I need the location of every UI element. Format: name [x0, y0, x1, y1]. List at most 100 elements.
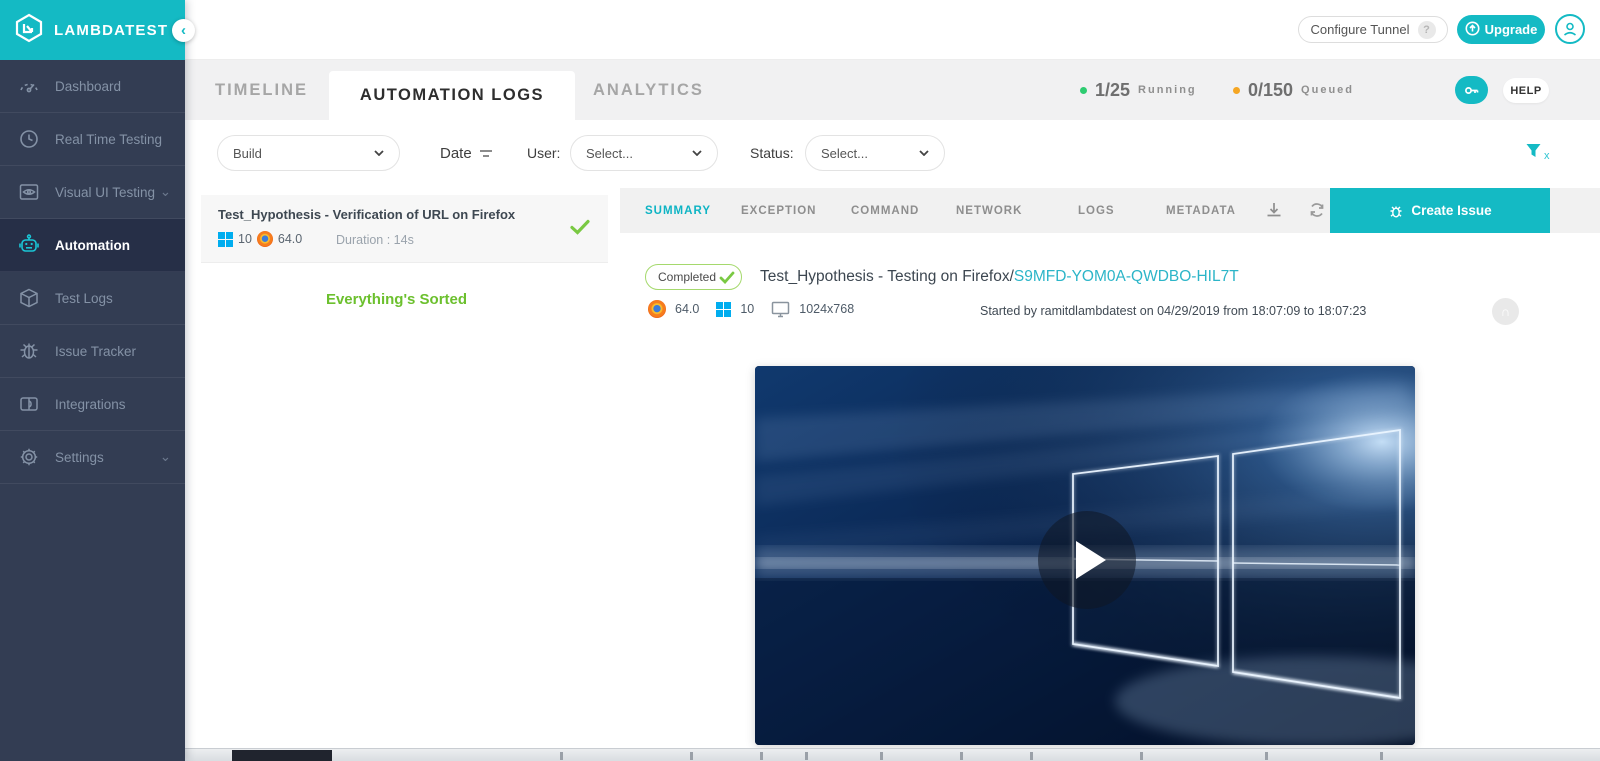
detail-tabs-bar: SUMMARY EXCEPTION COMMAND NETWORK LOGS M… [620, 188, 1600, 233]
tab-analytics[interactable]: ANALYTICS [593, 60, 704, 120]
taskbar-sliver [0, 748, 1600, 761]
user-filter-label: User: [527, 145, 560, 161]
tab-network[interactable]: NETWORK [956, 188, 1022, 233]
clock-icon [17, 127, 41, 151]
windows-icon [716, 302, 731, 317]
play-button[interactable] [1038, 511, 1136, 609]
firefox-icon [257, 231, 273, 247]
session-badge-icon[interactable]: ∩ [1492, 298, 1519, 325]
tab-command[interactable]: COMMAND [851, 188, 919, 233]
sidebar-nav: Dashboard Real Time Testing Visual UI [0, 60, 185, 484]
session-video-player[interactable] [755, 366, 1415, 745]
status-filter-label: Status: [750, 145, 794, 161]
sidebar-item-label: Issue Tracker [55, 344, 136, 359]
bug-icon [1388, 203, 1404, 219]
status-badge-label: Completed [658, 270, 716, 284]
tab-logs[interactable]: LOGS [1078, 188, 1115, 233]
chevron-down-icon [374, 150, 384, 156]
help-question-icon[interactable]: ? [1418, 21, 1436, 39]
sidebar-item-label: Automation [55, 238, 130, 253]
configure-tunnel-label: Configure Tunnel [1310, 22, 1409, 37]
sidebar-item-test-logs[interactable]: Test Logs [0, 272, 185, 325]
session-meta: 64.0 10 1024x768 [648, 300, 854, 318]
user-avatar[interactable] [1555, 14, 1585, 44]
taskbar-tick [690, 752, 693, 760]
upgrade-arrow-icon [1465, 21, 1480, 39]
tab-timeline[interactable]: TIMELINE [215, 60, 308, 120]
running-label: Running [1138, 84, 1197, 96]
eye-window-icon [17, 180, 41, 204]
sidebar-item-label: Dashboard [55, 79, 121, 94]
chevron-down-icon: ⌄ [160, 449, 171, 465]
tab-metadata[interactable]: METADATA [1166, 188, 1236, 233]
firefox-icon [648, 300, 666, 318]
upgrade-label: Upgrade [1485, 22, 1538, 37]
tab-summary[interactable]: SUMMARY [645, 188, 711, 233]
create-issue-button[interactable]: Create Issue [1330, 188, 1550, 233]
test-title: Test_Hypothesis - Verification of URL on… [218, 207, 515, 222]
status-select[interactable]: Select... [805, 135, 945, 171]
sidebar-item-settings[interactable]: Settings ⌄ [0, 431, 185, 484]
session-id-link[interactable]: S9MFD-YOM0A-QWDBO-HIL7T [1014, 268, 1239, 285]
tab-automation-logs[interactable]: AUTOMATION LOGS [329, 71, 575, 120]
integrations-icon [17, 392, 41, 416]
sidebar-collapse-button[interactable]: ‹ [172, 19, 195, 42]
os-version: 10 [238, 232, 252, 246]
status-badge: Completed [645, 264, 742, 290]
brand-header: LAMBDATEST [0, 0, 185, 60]
sidebar-item-dashboard[interactable]: Dashboard [0, 60, 185, 113]
configure-tunnel-button[interactable]: Configure Tunnel ? [1298, 16, 1448, 43]
taskbar-tick [880, 752, 883, 760]
test-list-item[interactable]: Test_Hypothesis - Verification of URL on… [201, 195, 608, 263]
refresh-icon [1308, 201, 1326, 219]
test-detail-panel: SUMMARY EXCEPTION COMMAND NETWORK LOGS M… [620, 186, 1600, 748]
upgrade-button[interactable]: Upgrade [1457, 15, 1545, 44]
sidebar-item-label: Real Time Testing [55, 132, 162, 147]
tab-exception[interactable]: EXCEPTION [741, 188, 816, 233]
sidebar-item-visual-ui-testing[interactable]: Visual UI Testing ⌄ [0, 166, 185, 219]
list-end-message: Everything's Sorted [185, 291, 608, 308]
download-button[interactable] [1265, 201, 1285, 221]
robot-icon [17, 233, 41, 257]
filter-funnel-icon [1525, 142, 1542, 159]
test-duration: Duration : 14s [336, 233, 414, 247]
sidebar-item-automation[interactable]: Automation [0, 219, 185, 272]
filter-bar: Build Date User: Select... Status: Selec… [185, 120, 1600, 186]
session-title: Test_Hypothesis - Testing on Firefox/S9M… [760, 268, 1239, 286]
sidebar-item-issue-tracker[interactable]: Issue Tracker [0, 325, 185, 378]
download-icon [1265, 201, 1283, 219]
lambdatest-logo-icon [14, 13, 44, 48]
sidebar: LAMBDATEST ‹ Dashboard Real T [0, 0, 185, 761]
main-tabs-bar: TIMELINE AUTOMATION LOGS ANALYTICS 1/25 … [185, 60, 1600, 120]
taskbar-tick [1265, 752, 1268, 760]
build-select[interactable]: Build [217, 135, 400, 171]
sidebar-item-label: Test Logs [55, 291, 113, 306]
play-icon [1076, 541, 1106, 579]
queued-value: 0/150 [1248, 80, 1293, 101]
taskbar-tick [760, 752, 763, 760]
access-key-button[interactable] [1455, 76, 1488, 104]
sidebar-item-real-time-testing[interactable]: Real Time Testing [0, 113, 185, 166]
browser-version: 64.0 [278, 232, 302, 246]
user-select[interactable]: Select... [570, 135, 718, 171]
taskbar-tick [1030, 752, 1033, 760]
running-value: 1/25 [1095, 80, 1130, 101]
windows-icon [218, 232, 233, 247]
gauge-icon [17, 74, 41, 98]
package-icon [17, 286, 41, 310]
sidebar-item-label: Integrations [55, 397, 126, 412]
resolution: 1024x768 [799, 302, 854, 316]
sidebar-item-integrations[interactable]: Integrations [0, 378, 185, 431]
chevron-down-icon [919, 150, 929, 156]
help-button[interactable]: HELP [1503, 78, 1549, 103]
chevron-down-icon [692, 150, 702, 156]
running-dot [1080, 87, 1087, 94]
date-filter[interactable]: Date [440, 145, 493, 162]
refresh-button[interactable] [1308, 201, 1328, 221]
chevron-down-icon: ⌄ [160, 184, 171, 200]
clear-filters-button[interactable]: x [1525, 142, 1550, 162]
running-stat: 1/25 Running [1080, 60, 1197, 120]
browser-version: 64.0 [675, 302, 699, 316]
taskbar-tick [1140, 752, 1143, 760]
build-select-value: Build [233, 146, 262, 161]
